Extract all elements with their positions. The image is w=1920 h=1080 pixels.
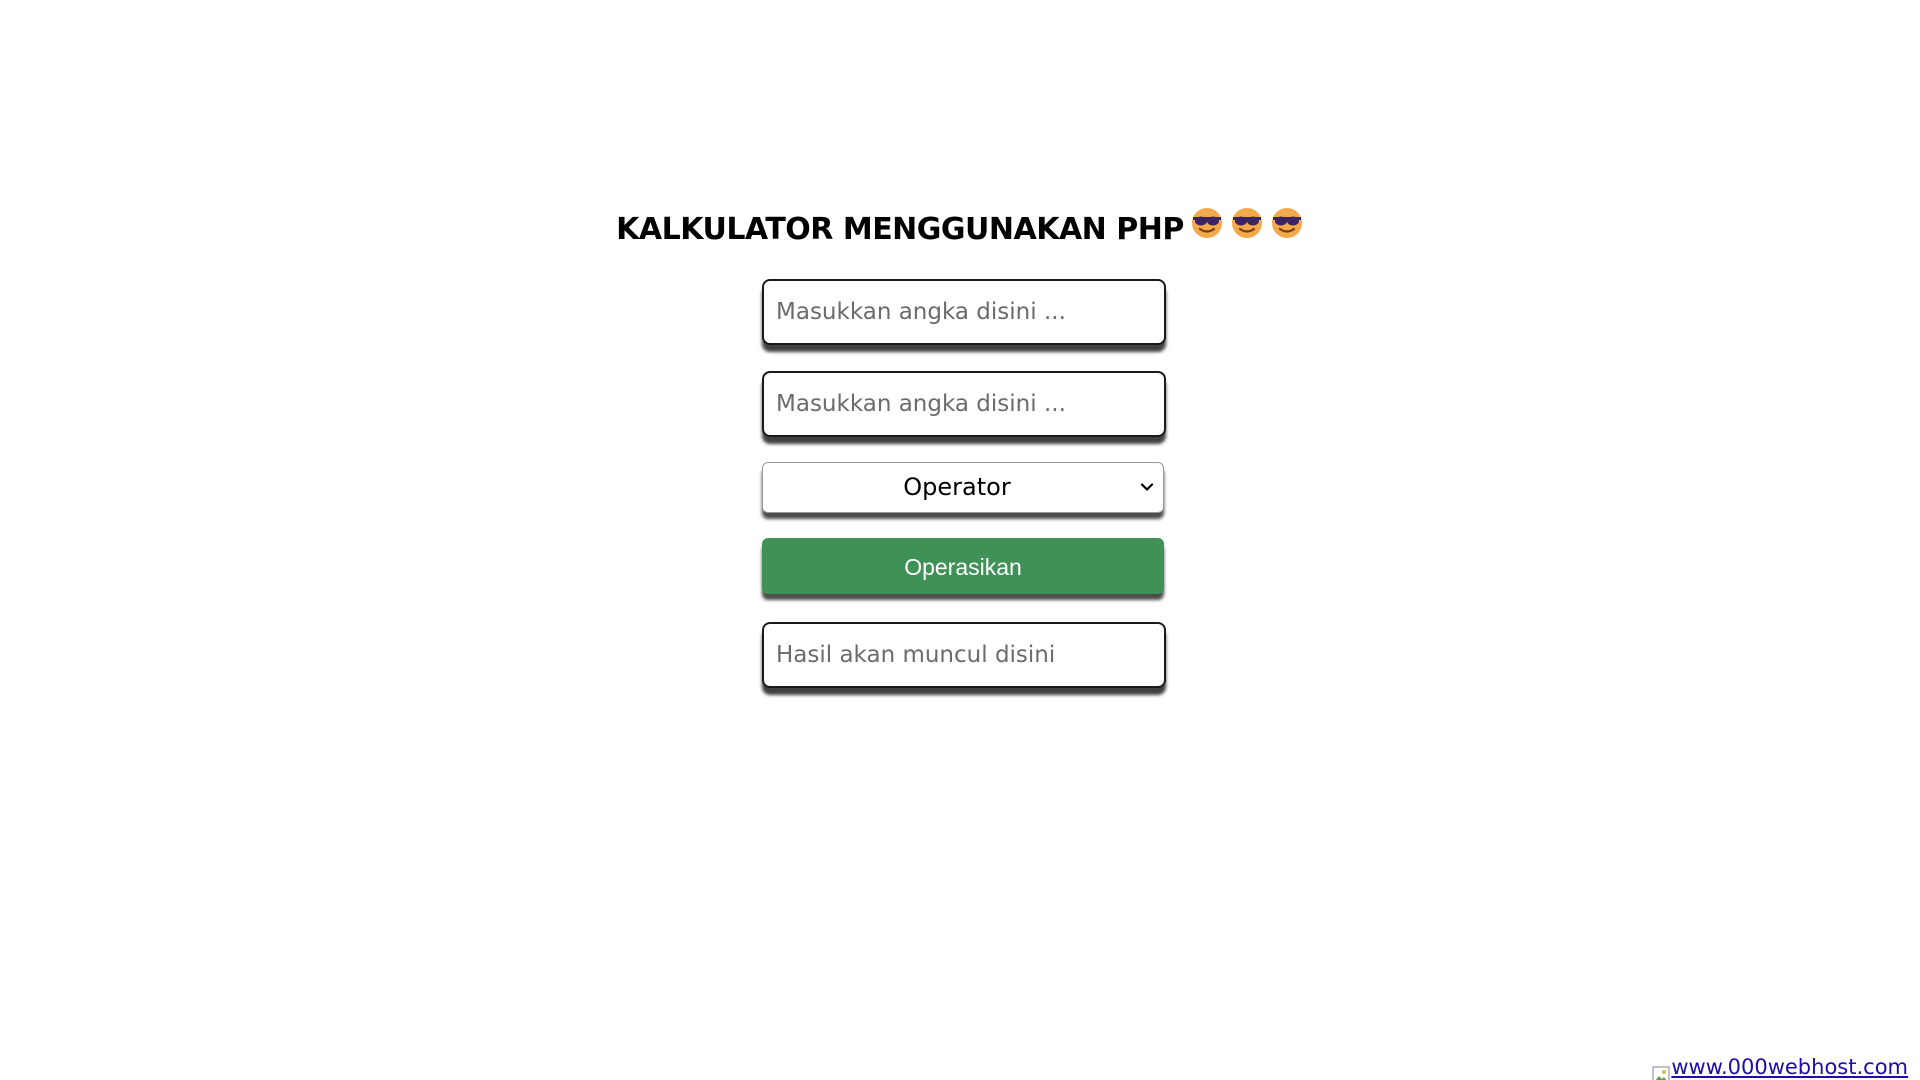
broken-image-icon xyxy=(1652,1066,1670,1080)
chevron-down-icon xyxy=(1139,479,1155,495)
sunglasses-emoji-icon xyxy=(1270,206,1304,250)
page-title-row: KALKULATOR MENGGUNAKAN PHP xyxy=(0,207,1920,250)
first-number-input[interactable] xyxy=(762,279,1166,345)
result-field[interactable] xyxy=(762,622,1166,688)
page-title: KALKULATOR MENGGUNAKAN PHP xyxy=(616,212,1184,247)
page: KALKULATOR MENGGUNAKAN PHP Operator Oper… xyxy=(0,0,1920,1080)
operator-select[interactable]: Operator xyxy=(762,462,1164,513)
sunglasses-emoji-icon xyxy=(1190,206,1224,250)
webhost-link-text: www.000webhost.com xyxy=(1671,1058,1908,1079)
second-number-input[interactable] xyxy=(762,371,1166,437)
webhost-link[interactable]: www.000webhost.com xyxy=(1652,1058,1908,1080)
operator-select-value: Operator xyxy=(903,473,1011,501)
sunglasses-emoji-icon xyxy=(1230,206,1264,250)
operasikan-button[interactable]: Operasikan xyxy=(762,538,1164,594)
